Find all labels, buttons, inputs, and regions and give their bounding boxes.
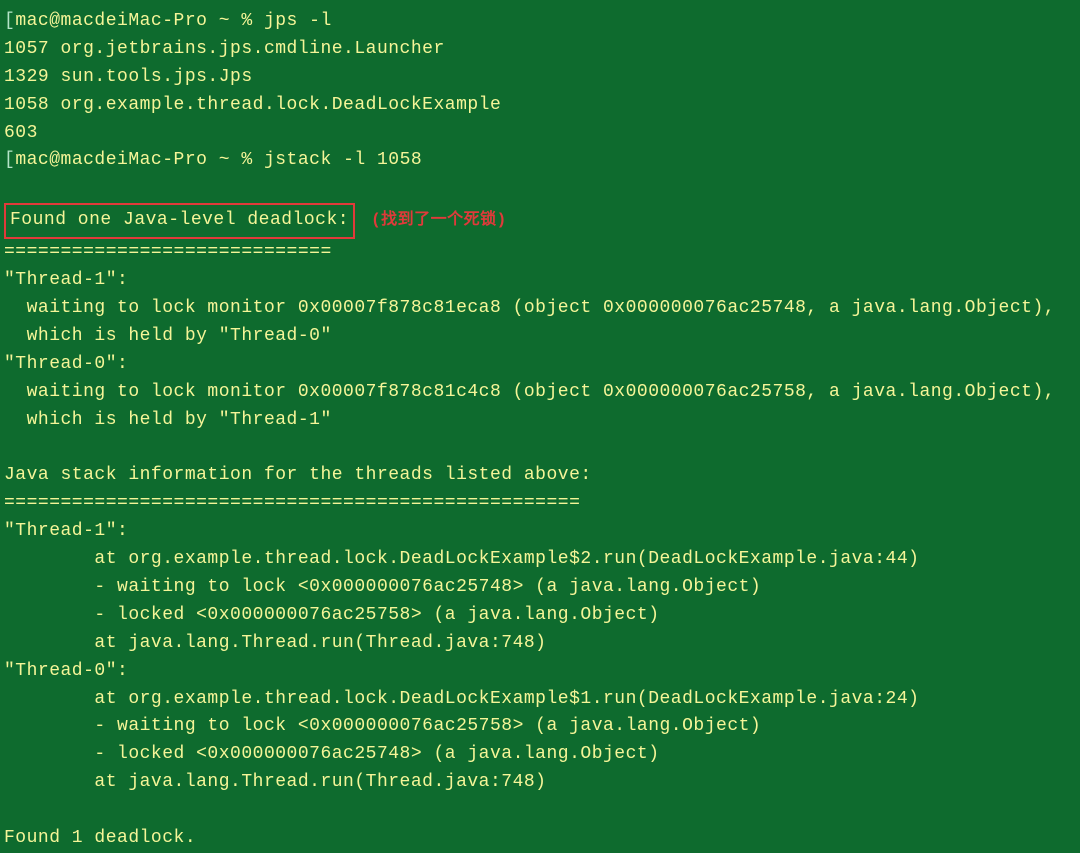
thread-summary-3: "Thread-0": (4, 351, 1076, 379)
stack-trace-0: "Thread-1": (4, 518, 1076, 546)
thread-summary-2: which is held by "Thread-0" (4, 323, 1076, 351)
prompt-text: mac@macdeiMac-Pro ~ % (15, 11, 264, 31)
thread-summary-0: "Thread-1": (4, 267, 1076, 295)
blank-line (4, 434, 1076, 462)
thread-summary-5: which is held by "Thread-1" (4, 407, 1076, 435)
deadlock-header-box: Found one Java-level deadlock: (4, 203, 355, 239)
jps-output-line-0: 1057 org.jetbrains.jps.cmdline.Launcher (4, 36, 1076, 64)
blank-line (4, 797, 1076, 825)
footer-line: Found 1 deadlock. (4, 825, 1076, 853)
prompt-line-2[interactable]: [mac@macdeiMac-Pro ~ % jstack -l 1058 (4, 147, 1076, 175)
cursor-bracket: [ (4, 150, 15, 170)
deadlock-annotation: (找到了一个死锁) (371, 211, 507, 229)
stack-trace-8: - locked <0x000000076ac25748> (a java.la… (4, 741, 1076, 769)
prompt-text: mac@macdeiMac-Pro ~ % (15, 150, 264, 170)
stack-info-header: Java stack information for the threads l… (4, 462, 1076, 490)
stack-trace-3: - locked <0x000000076ac25758> (a java.la… (4, 602, 1076, 630)
blank-line (4, 175, 1076, 203)
jps-output-line-2: 1058 org.example.thread.lock.DeadLockExa… (4, 92, 1076, 120)
stack-trace-1: at org.example.thread.lock.DeadLockExamp… (4, 546, 1076, 574)
separator-1: ============================= (4, 239, 1076, 267)
stack-trace-5: "Thread-0": (4, 658, 1076, 686)
jps-output-line-1: 1329 sun.tools.jps.Jps (4, 64, 1076, 92)
separator-2: ========================================… (4, 490, 1076, 518)
stack-trace-6: at org.example.thread.lock.DeadLockExamp… (4, 686, 1076, 714)
command-jstack: jstack -l 1058 (264, 150, 422, 170)
stack-trace-4: at java.lang.Thread.run(Thread.java:748) (4, 630, 1076, 658)
stack-trace-7: - waiting to lock <0x000000076ac25758> (… (4, 713, 1076, 741)
stack-trace-2: - waiting to lock <0x000000076ac25748> (… (4, 574, 1076, 602)
jps-output-line-3: 603 (4, 120, 1076, 148)
thread-summary-1: waiting to lock monitor 0x00007f878c81ec… (4, 295, 1076, 323)
deadlock-header-row: Found one Java-level deadlock: (找到了一个死锁) (4, 203, 1076, 239)
cursor-bracket: [ (4, 11, 15, 31)
thread-summary-4: waiting to lock monitor 0x00007f878c81c4… (4, 379, 1076, 407)
command-jps: jps -l (264, 11, 332, 31)
stack-trace-9: at java.lang.Thread.run(Thread.java:748) (4, 769, 1076, 797)
prompt-line-1[interactable]: [mac@macdeiMac-Pro ~ % jps -l (4, 8, 1076, 36)
